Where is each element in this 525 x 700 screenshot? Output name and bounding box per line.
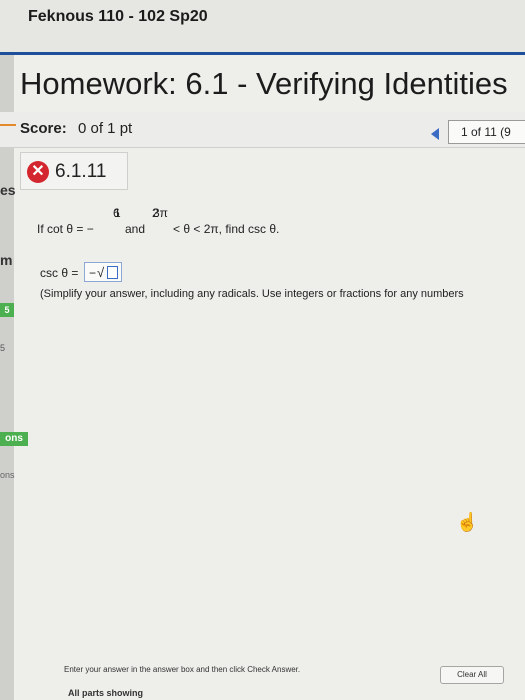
answer-row: csc θ = − √: [40, 262, 160, 284]
sidebar-fragment: m: [0, 252, 13, 268]
answer-label: csc θ =: [40, 266, 79, 280]
sidebar-fragment: 5: [0, 343, 6, 353]
prompt-suffix: < θ < 2π, find csc θ.: [173, 222, 280, 236]
fraction-denominator: 2: [152, 206, 159, 220]
previous-question-icon[interactable]: [431, 128, 439, 140]
question-pager[interactable]: 1 of 11 (9: [448, 120, 525, 144]
footer-instruction: Enter your answer in the answer box and …: [64, 665, 301, 674]
assignment-title: Homework: 6.1 - Verifying Identities: [20, 66, 508, 101]
score-value: 0 of 1 pt: [78, 120, 133, 137]
hand-cursor-icon: ☝: [456, 512, 479, 532]
x-circle-icon: ✕: [27, 161, 49, 183]
course-title: Feknous 110 - 102 Sp20: [28, 8, 208, 25]
sidebar-item-questions[interactable]: ons: [0, 432, 28, 446]
parts-status: All parts showing: [68, 688, 144, 698]
radical-icon: √: [97, 265, 105, 280]
answer-hint: (Simplify your answer, including any rad…: [40, 288, 464, 300]
question-number: 6.1.11: [55, 161, 107, 182]
score-bar: Score: 0 of 1 pt: [0, 112, 525, 148]
clear-all-button[interactable]: Clear All: [440, 666, 504, 684]
answer-minus: −: [89, 266, 97, 280]
prompt-and: and: [125, 222, 146, 236]
question-prompt: If cot θ = − 1 6 and 3π 2 < θ < 2π, find…: [37, 206, 417, 246]
sidebar-fragment: es: [0, 182, 16, 198]
top-bar: Feknous 110 - 102 Sp20: [0, 0, 525, 54]
score-accent: [0, 124, 16, 126]
sidebar-badge[interactable]: 5: [0, 303, 14, 317]
answer-input[interactable]: − √: [84, 262, 122, 282]
prompt-prefix: If cot θ = −: [37, 222, 94, 236]
sidebar-strip: [0, 55, 14, 700]
score-label: Score:: [20, 120, 67, 137]
question-header: ✕ 6.1.11: [20, 152, 128, 190]
fraction-denominator: 6: [113, 206, 120, 220]
sidebar-fragment: ons: [0, 470, 15, 480]
radicand-input[interactable]: [107, 266, 118, 279]
